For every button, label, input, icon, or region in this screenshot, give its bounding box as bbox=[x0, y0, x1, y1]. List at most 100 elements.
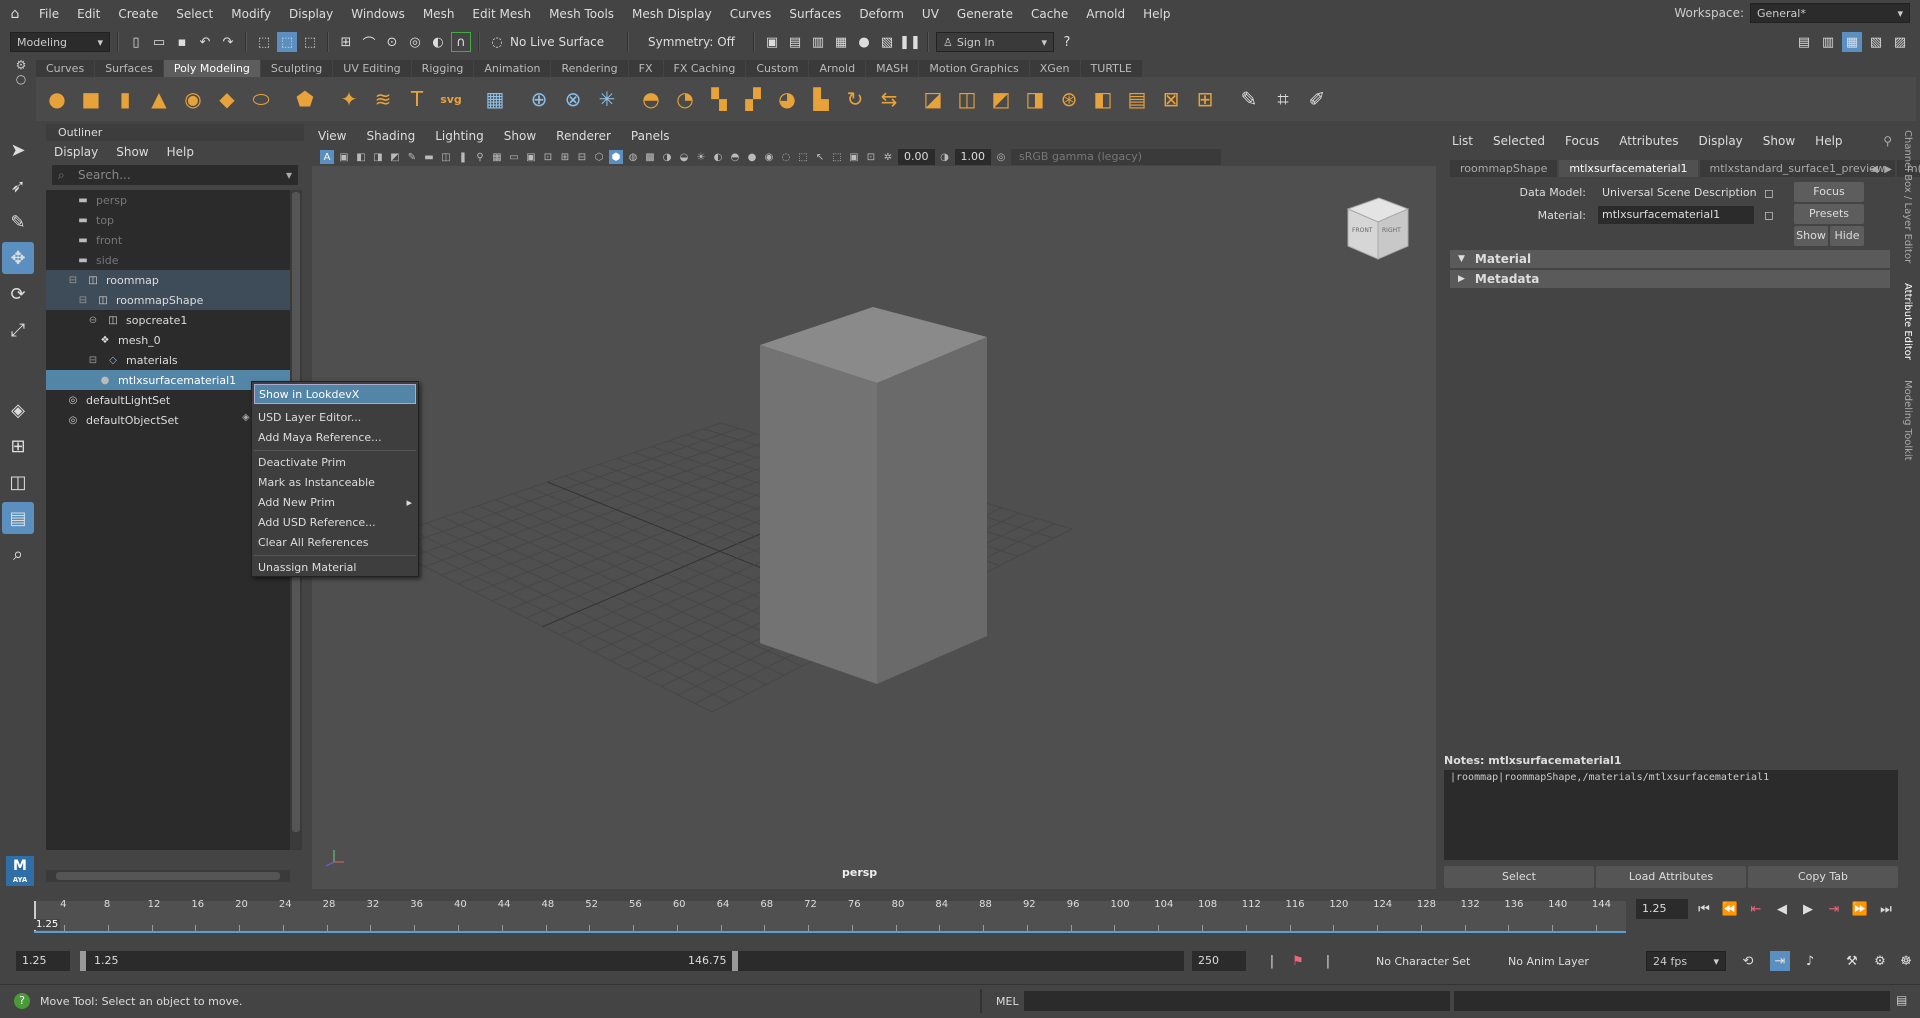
hypershade-icon[interactable]: ● bbox=[854, 32, 874, 52]
home-icon[interactable]: ⌂ bbox=[0, 6, 30, 22]
normals-icon[interactable]: ◧ bbox=[1088, 84, 1118, 114]
menu-generate[interactable]: Generate bbox=[948, 7, 1022, 21]
frame-selection-icon[interactable]: ⊡ bbox=[864, 150, 878, 164]
load-selected-icon[interactable]: ◻ bbox=[1764, 186, 1774, 200]
move-tool-icon[interactable]: ✥ bbox=[2, 242, 34, 274]
outliner-item-top[interactable]: ▬ top bbox=[46, 210, 290, 230]
arnold-render-icon[interactable]: ▧ bbox=[877, 32, 897, 52]
select-tool-icon[interactable]: ➤ bbox=[2, 134, 34, 166]
image-plane-icon[interactable]: ◨ bbox=[371, 150, 385, 164]
edge-loop-icon[interactable]: ◨ bbox=[1020, 84, 1050, 114]
outliner-item-mesh-0[interactable]: ❖ mesh_0 bbox=[46, 330, 290, 350]
outliner-menu-show[interactable]: Show bbox=[116, 145, 148, 159]
shelf-tab-uv-editing[interactable]: UV Editing bbox=[333, 60, 411, 77]
outliner-layout-icon[interactable]: ▤ bbox=[2, 502, 34, 534]
sign-in-dropdown[interactable]: ♙ Sign In ▾ bbox=[936, 32, 1054, 52]
context-menu-item-unassign-material[interactable]: Unassign Material bbox=[254, 558, 416, 578]
combine-icon[interactable]: ▦ bbox=[480, 84, 510, 114]
paint-select-icon[interactable]: ✎ bbox=[2, 206, 34, 238]
poly-cylinder-icon[interactable]: ▮ bbox=[110, 84, 140, 114]
attr-tab-roommapshape[interactable]: roommapShape bbox=[1450, 159, 1558, 177]
snap-point-icon[interactable]: ⊙ bbox=[382, 32, 402, 52]
layout-icon[interactable]: ▤ bbox=[1794, 32, 1814, 52]
crop-icon[interactable]: ⌗ bbox=[1268, 84, 1298, 114]
camera-attr-icon[interactable]: ▣ bbox=[337, 150, 351, 164]
shelf-tab-fx[interactable]: FX bbox=[628, 60, 663, 77]
snap-surface-icon[interactable]: ◐ bbox=[428, 32, 448, 52]
wireframe-icon[interactable]: ⬡ bbox=[592, 150, 606, 164]
collapse-icon[interactable]: ⊟ bbox=[66, 273, 80, 287]
attr-menu-list[interactable]: List bbox=[1452, 134, 1473, 148]
context-menu-item-show-in-lookdevx[interactable]: Show in LookdevX bbox=[254, 384, 416, 404]
time-slider-bar[interactable]: 1.25 4 8 12 16 20 24 28 32 36 40 44 48 52 56 60 64 68 72 7… bbox=[34, 899, 1626, 933]
save-scene-icon[interactable]: ▪ bbox=[172, 32, 192, 52]
menu-display[interactable]: Display bbox=[280, 7, 342, 21]
workspace-dropdown[interactable]: General* ▾ bbox=[1750, 3, 1910, 23]
script-editor-icon[interactable]: ▤ bbox=[1896, 993, 1907, 1007]
preferences-icon[interactable]: ☸ bbox=[1896, 951, 1916, 971]
dof-icon[interactable]: ◉ bbox=[762, 150, 776, 164]
pin-icon[interactable]: ⚲ bbox=[1883, 134, 1892, 148]
outliner-search-input[interactable]: ⌕ Search... ▾ bbox=[52, 165, 298, 185]
field-chart-icon[interactable]: ⊡ bbox=[541, 150, 555, 164]
mirror-icon[interactable]: ✳ bbox=[592, 84, 622, 114]
attribute-editor-tab[interactable]: Attribute Editor bbox=[1902, 283, 1913, 360]
shelf-menu-icon[interactable]: ⚙ ○ bbox=[6, 58, 36, 122]
shelf-tab-animation[interactable]: Animation bbox=[474, 60, 551, 77]
viewport-menu-show[interactable]: Show bbox=[504, 129, 536, 143]
menu-edit-mesh[interactable]: Edit Mesh bbox=[463, 7, 540, 21]
context-menu-item-deactivate-prim[interactable]: Deactivate Prim bbox=[254, 453, 416, 473]
shelf-tab-mash[interactable]: MASH bbox=[866, 60, 919, 77]
viewport-menu-renderer[interactable]: Renderer bbox=[556, 129, 611, 143]
shelf-tab-surfaces[interactable]: Surfaces bbox=[95, 60, 163, 77]
outliner-menu-help[interactable]: Help bbox=[167, 145, 194, 159]
play-backward-icon[interactable]: ◀ bbox=[1772, 899, 1792, 919]
attr-menu-focus[interactable]: Focus bbox=[1565, 134, 1599, 148]
context-menu-item-add-new-prim[interactable]: Add New Prim ▸ bbox=[254, 493, 416, 513]
bridge-icon[interactable]: ▚ bbox=[704, 84, 734, 114]
metadata-section[interactable]: ▶ Metadata bbox=[1450, 270, 1890, 288]
edit-icon[interactable]: ✐ bbox=[1302, 84, 1332, 114]
auto-key-icon[interactable]: ⇥ bbox=[1770, 951, 1790, 971]
textured-icon[interactable]: ▩ bbox=[643, 150, 657, 164]
outliner-item-roommapshape[interactable]: ⊟ ◫ roommapShape bbox=[46, 290, 290, 310]
layout-icon[interactable]: ▧ bbox=[1866, 32, 1886, 52]
append-icon[interactable]: ↻ bbox=[840, 84, 870, 114]
outliner-item-persp[interactable]: ▬ persp bbox=[46, 190, 290, 210]
command-input[interactable] bbox=[1024, 991, 1450, 1011]
exposure-field[interactable]: 0.00 bbox=[898, 149, 935, 165]
step-back-frame-icon[interactable]: ⇤ bbox=[1746, 899, 1766, 919]
type-icon[interactable]: T bbox=[402, 84, 432, 114]
play-forward-icon[interactable]: ▶ bbox=[1798, 899, 1818, 919]
viewport-menu-view[interactable]: View bbox=[318, 129, 346, 143]
camera-icon[interactable]: ▬ bbox=[422, 150, 436, 164]
undo-icon[interactable]: ↶ bbox=[195, 32, 215, 52]
smooth-icon[interactable]: ⊗ bbox=[558, 84, 588, 114]
layout-uv-icon[interactable]: ▤ bbox=[1122, 84, 1152, 114]
poly-disc-icon[interactable]: ⬭ bbox=[246, 84, 276, 114]
settings-icon[interactable]: ⚙ bbox=[1870, 951, 1890, 971]
layout-icon[interactable]: ▦ bbox=[1842, 32, 1862, 52]
help-icon[interactable]: ? bbox=[1057, 32, 1077, 52]
cut-faces-icon[interactable]: ◫ bbox=[952, 84, 982, 114]
menu-help[interactable]: Help bbox=[1134, 7, 1179, 21]
step-back-key-icon[interactable]: ⏪ bbox=[1720, 899, 1740, 919]
grid-icon[interactable]: ▦ bbox=[490, 150, 504, 164]
outliner-item-sopcreate1[interactable]: ⊖ ◫ sopcreate1 bbox=[46, 310, 290, 330]
aa-icon[interactable]: ● bbox=[745, 150, 759, 164]
step-forward-key-icon[interactable]: ⏩ bbox=[1850, 899, 1870, 919]
current-frame-field[interactable]: 1.25 bbox=[1636, 899, 1688, 919]
shelf-tab-turtle[interactable]: TURTLE bbox=[1080, 60, 1142, 77]
gamma-field[interactable]: 1.00 bbox=[954, 149, 991, 165]
poly-torus-icon[interactable]: ◉ bbox=[178, 84, 208, 114]
boolean-icon[interactable]: ◓ bbox=[636, 84, 666, 114]
scale-tool-icon[interactable]: ⤢ bbox=[2, 314, 34, 346]
viewport-menu-lighting[interactable]: Lighting bbox=[435, 129, 484, 143]
menu-mesh-display[interactable]: Mesh Display bbox=[623, 7, 721, 21]
viewport-menu-panels[interactable]: Panels bbox=[631, 129, 670, 143]
go-to-start-icon[interactable]: ⏮ bbox=[1694, 899, 1714, 919]
tab-scroll-right-icon[interactable]: ▶ bbox=[1884, 164, 1892, 175]
snap-magnet-icon[interactable]: ∩ bbox=[451, 32, 471, 52]
merge-icon[interactable]: ⇆ bbox=[874, 84, 904, 114]
gamma-icon[interactable]: ◑ bbox=[938, 150, 952, 164]
